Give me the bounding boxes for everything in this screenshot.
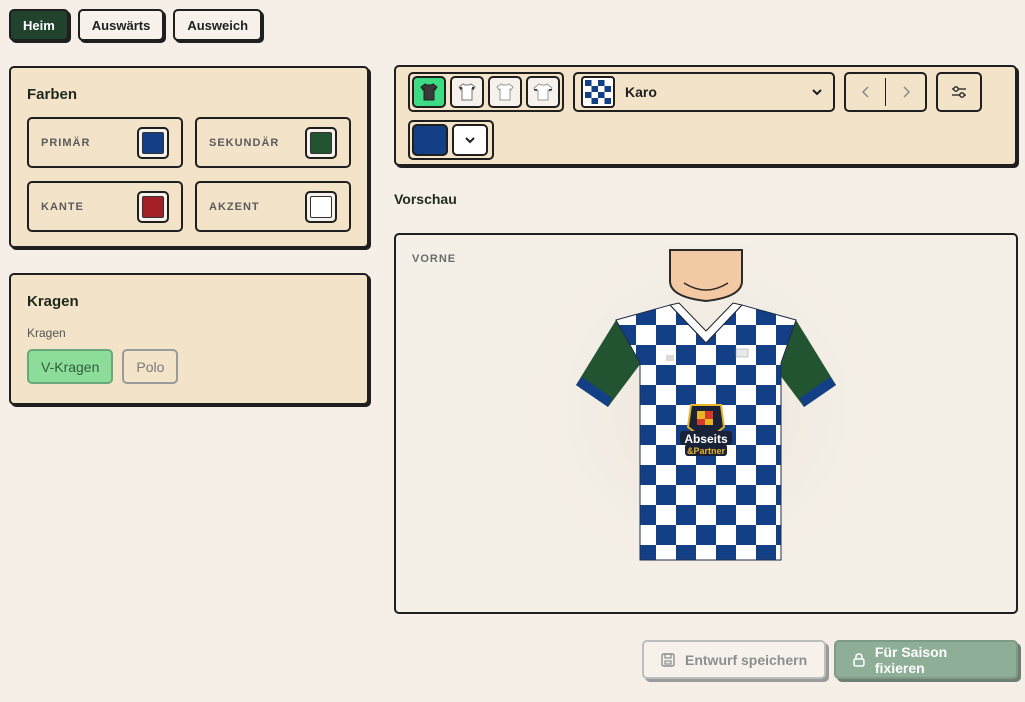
pattern-color-picker	[408, 120, 494, 160]
view-label: VORNE	[412, 253, 457, 265]
color-swatch-accent[interactable]	[305, 190, 337, 223]
sponsor-line-1: Abseits	[684, 432, 728, 446]
collar-polo-button[interactable]: Polo	[122, 349, 179, 384]
next-pattern-button[interactable]	[886, 78, 925, 106]
pattern-settings-button[interactable]	[936, 72, 982, 112]
sponsor-line-2: &Partner	[687, 446, 726, 456]
color-swatch-secondary[interactable]	[305, 126, 337, 159]
colors-title: Farben	[27, 86, 78, 103]
view-front-button[interactable]	[412, 76, 446, 108]
color-card-accent[interactable]: AKZENT	[195, 181, 351, 232]
view-group	[408, 72, 564, 112]
color-label: SEKUNDÄR	[209, 136, 280, 149]
save-icon	[661, 652, 675, 667]
fix-season-label: Für Saison fixieren	[874, 643, 948, 676]
shirt-dark-icon	[420, 83, 438, 101]
color-label: PRIMÄR	[41, 136, 91, 149]
chevron-left-icon	[861, 86, 869, 98]
color-label: AKZENT	[209, 200, 260, 213]
sliders-icon	[952, 86, 966, 98]
color-swatch-edge[interactable]	[137, 190, 169, 223]
color-card-primary[interactable]: PRIMÄR	[27, 117, 183, 168]
tab-alternate[interactable]: Ausweich	[173, 9, 263, 41]
pattern-color-swatch[interactable]	[412, 124, 448, 156]
pattern-select[interactable]: Karo	[573, 72, 835, 112]
kit-tabs: Heim Auswärts Ausweich	[9, 9, 263, 41]
preview-section-label: Vorschau	[394, 191, 457, 207]
jersey-preview: Abseits &Partner	[516, 245, 896, 605]
preview-panel: VORNE Abseits &Partner	[394, 233, 1018, 614]
pattern-nav	[844, 72, 927, 112]
mannequin-neck	[669, 249, 743, 303]
view-back-button[interactable]	[450, 76, 484, 108]
collar-v-neck-button[interactable]: V-Kragen	[27, 349, 114, 384]
pattern-color-dropdown[interactable]	[452, 124, 488, 156]
chevron-down-icon	[465, 137, 475, 144]
save-draft-label: Entwurf speichern	[685, 651, 808, 668]
collar-panel: Kragen Kragen V-Kragen Polo	[9, 273, 369, 405]
color-card-secondary[interactable]: SEKUNDÄR	[195, 117, 351, 168]
chevron-right-icon	[902, 86, 910, 98]
save-draft-button[interactable]: Entwurf speichern	[642, 640, 826, 679]
color-card-edge[interactable]: KANTE	[27, 181, 183, 232]
tab-away[interactable]: Auswärts	[77, 9, 165, 41]
lock-icon	[853, 652, 865, 667]
prev-pattern-button[interactable]	[846, 78, 885, 106]
color-label: KANTE	[41, 200, 84, 213]
colors-panel: Farben PRIMÄR SEKUNDÄR KANTE AKZENT	[9, 66, 369, 248]
shirt-white-icon	[496, 83, 514, 101]
shirt-white-icon	[458, 83, 476, 101]
toolbar-panel: Karo	[394, 65, 1017, 166]
fix-season-button[interactable]: Für Saison fixieren	[834, 640, 1018, 679]
view-side-button[interactable]	[488, 76, 522, 108]
pattern-name: Karo	[625, 84, 657, 100]
tab-home[interactable]: Heim	[9, 9, 69, 41]
collar-title: Kragen	[27, 293, 79, 310]
color-swatch-primary[interactable]	[137, 126, 169, 159]
chevron-down-icon	[812, 89, 822, 96]
checkered-icon	[581, 76, 615, 108]
collar-label: Kragen	[27, 326, 66, 340]
shirt-white-icon	[533, 83, 553, 101]
view-flat-button[interactable]	[526, 76, 560, 108]
